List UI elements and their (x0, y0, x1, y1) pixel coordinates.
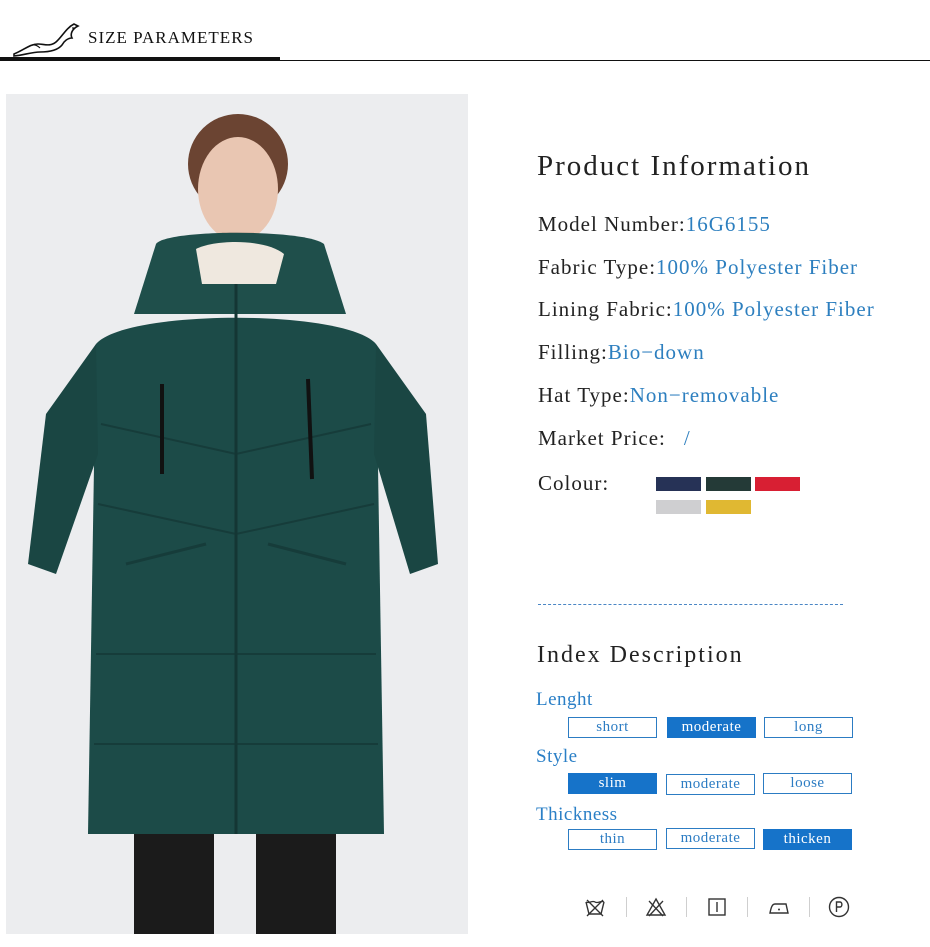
care-separator (747, 897, 748, 917)
info-label: Model Number: (538, 212, 686, 236)
info-row-model: Model Number:16G6155 (538, 212, 771, 237)
section-divider (538, 604, 843, 605)
length-label: Lenght (536, 689, 593, 710)
info-row-price: Market Price: / (538, 426, 691, 451)
info-label: Fabric Type: (538, 255, 657, 279)
info-row-filling: Filling:Bio−down (538, 340, 705, 365)
colour-swatch-red[interactable] (755, 477, 800, 491)
style-option-moderate[interactable]: moderate (666, 774, 755, 795)
length-option-moderate[interactable]: moderate (667, 717, 756, 738)
info-value: Bio−down (607, 340, 705, 364)
index-description-title: Index Description (537, 642, 744, 668)
product-info-title: Product Information (537, 150, 811, 182)
model-photo (6, 94, 468, 934)
no-wash-icon (585, 899, 605, 917)
info-label: Lining Fabric: (538, 297, 673, 321)
info-value: 100% Polyester Fiber (672, 297, 875, 321)
length-option-short[interactable]: short (568, 717, 657, 738)
dry-clean-p-icon (828, 896, 850, 918)
iron-icon (769, 903, 789, 914)
thickness-option-thicken[interactable]: thicken (763, 829, 852, 850)
care-separator (809, 897, 810, 917)
header: SIZE PARAMETERS (0, 0, 930, 64)
header-rule-thin (280, 60, 930, 61)
no-bleach-icon (645, 897, 667, 917)
info-row-hat: Hat Type:Non−removable (538, 383, 779, 408)
length-option-long[interactable]: long (764, 717, 853, 738)
style-label: Style (536, 746, 578, 767)
colour-swatch-dark-green[interactable] (706, 477, 751, 491)
care-separator (686, 897, 687, 917)
info-row-lining: Lining Fabric:100% Polyester Fiber (538, 297, 875, 322)
info-label: Filling: (538, 340, 608, 364)
colour-label: Colour: (538, 471, 610, 495)
header-rule-thick (0, 57, 280, 61)
thickness-label: Thickness (536, 804, 618, 825)
colour-swatch-grey[interactable] (656, 500, 701, 514)
info-value: Non−removable (629, 383, 780, 407)
colour-swatch-navy[interactable] (656, 477, 701, 491)
style-option-slim[interactable]: slim (568, 773, 657, 794)
info-value: 100% Polyester Fiber (656, 255, 859, 279)
care-separator (626, 897, 627, 917)
tumble-dry-icon (708, 898, 726, 916)
info-row-colour: Colour: (538, 471, 609, 496)
fox-logo-icon (13, 23, 80, 57)
thickness-option-thin[interactable]: thin (568, 829, 657, 850)
info-label: Market Price: (538, 426, 666, 450)
info-label: Hat Type: (538, 383, 630, 407)
info-value: 16G6155 (685, 212, 771, 236)
thickness-option-moderate[interactable]: moderate (666, 828, 755, 849)
header-title: SIZE PARAMETERS (88, 28, 254, 47)
colour-swatch-yellow[interactable] (706, 500, 751, 514)
style-option-loose[interactable]: loose (763, 773, 852, 794)
info-row-fabric: Fabric Type:100% Polyester Fiber (538, 255, 858, 280)
info-value: / (683, 426, 691, 450)
